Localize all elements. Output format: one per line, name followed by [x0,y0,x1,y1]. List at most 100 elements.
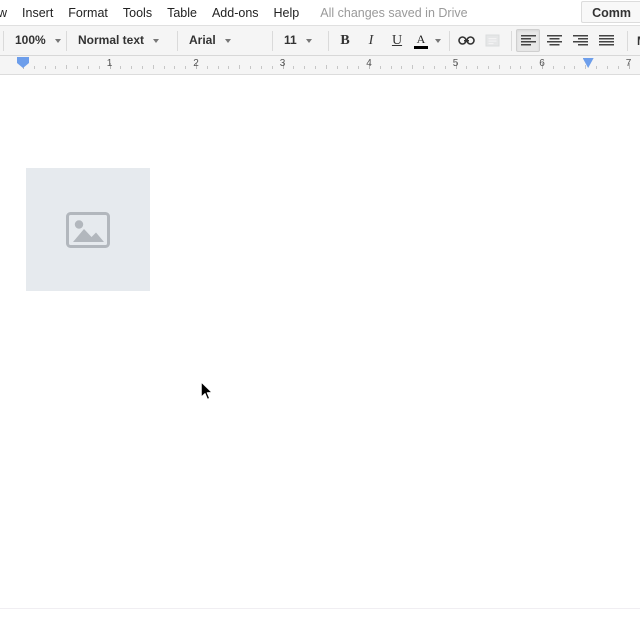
menu-item-tools[interactable]: Tools [116,2,159,24]
ruler-tick [304,66,306,69]
ruler-tick [260,66,262,69]
align-left-icon [520,35,536,46]
chevron-down-icon [305,38,312,43]
align-center-button[interactable] [542,29,566,52]
ruler-track: 1 2 3 4 5 6 7 [0,56,640,74]
broken-image-icon [66,211,110,248]
ruler-tick [152,65,154,69]
menu-item-view[interactable]: w [0,2,14,24]
add-comment-icon [485,34,499,46]
ruler-tick [487,66,489,69]
ruler-tick [606,66,608,69]
menu-bar: w Insert Format Tools Table Add-ons Help… [0,0,640,25]
ruler-tick [412,65,414,69]
menu-item-table[interactable]: Table [160,2,204,24]
toolbar: 100% Normal text Arial 11 B I U A [0,25,640,56]
ruler-tick [120,66,122,69]
bold-icon: B [340,32,350,48]
font-family-value: Arial [189,33,216,47]
ruler-number: 1 [106,58,113,69]
bold-button[interactable]: B [333,29,357,52]
italic-button[interactable]: I [359,29,383,52]
align-justify-icon [598,35,614,46]
ruler-tick [98,66,100,69]
ruler-tick [66,65,68,69]
ruler-number: 7 [625,58,632,69]
ruler-tick [185,66,187,69]
text-color-button[interactable]: A [410,29,432,52]
ruler-tick [293,66,295,69]
ruler-tick [131,66,133,69]
ruler-tick [250,66,252,69]
chevron-down-icon [224,38,231,43]
align-left-button[interactable] [516,29,540,52]
ruler-tick [379,66,381,69]
font-family-dropdown[interactable]: Arial [181,29,269,52]
ruler-tick [390,66,392,69]
ruler-tick [77,66,79,69]
toolbar-separator [627,30,628,51]
ruler-tick [239,65,241,69]
toolbar-separator [328,30,329,51]
ruler-tick [563,66,565,69]
ruler-tick [174,66,176,69]
add-comment-button[interactable] [480,29,504,52]
font-size-dropdown[interactable]: 11 [276,29,322,52]
ruler-tick [596,66,598,69]
paragraph-style-dropdown[interactable]: Normal text [70,29,174,52]
ruler-tick [466,66,468,69]
ruler-tick [87,66,89,69]
ruler-tick [509,66,511,69]
ruler-tick [271,66,273,69]
ruler-tick [358,66,360,69]
comments-button[interactable]: Comm [581,1,640,23]
ruler-tick [520,66,522,69]
align-right-icon [572,35,588,46]
ruler-tick [141,66,143,69]
ruler-tick [477,66,479,69]
ruler-tick [498,65,500,69]
ruler-number: 5 [452,58,459,69]
ruler-tick [217,66,219,69]
document-page[interactable] [0,76,640,609]
underline-button[interactable]: U [385,29,409,52]
document-canvas[interactable] [0,76,640,620]
ruler-tick [423,66,425,69]
ruler-tick [433,66,435,69]
zoom-dropdown[interactable]: 100% [7,29,63,52]
menu-item-add-ons[interactable]: Add-ons [205,2,266,24]
ruler-tick [55,66,57,69]
ruler-tick [325,65,327,69]
ruler-number: 3 [279,58,286,69]
ruler-tick [228,66,230,69]
zoom-value: 100% [15,33,46,47]
insert-link-button[interactable] [454,29,478,52]
menu-item-help[interactable]: Help [267,2,307,24]
chevron-down-icon [54,38,61,43]
chevron-down-icon [153,38,160,43]
text-color-swatch [414,45,428,49]
image-placeholder[interactable] [26,168,150,291]
ruler-number: 4 [366,58,372,69]
toolbar-separator [66,30,67,51]
ruler-tick [531,66,533,69]
menu-item-format[interactable]: Format [61,2,115,24]
ruler[interactable]: 1 2 3 4 5 6 7 [0,56,640,75]
align-right-button[interactable] [568,29,592,52]
ruler-tick [314,66,316,69]
ruler-tick [347,66,349,69]
underline-icon: U [391,32,403,48]
ruler-tick [617,66,619,69]
chevron-down-icon[interactable] [435,38,441,43]
text-color-letter: A [416,31,426,46]
align-justify-button[interactable] [594,29,618,52]
ruler-tick [336,66,338,69]
save-status-text: All changes saved in Drive [320,5,468,20]
ruler-tick [206,66,208,69]
toolbar-separator [511,30,512,51]
toolbar-separator [177,30,178,51]
ruler-tick [574,66,576,69]
link-icon [457,36,475,45]
menu-item-insert[interactable]: Insert [15,2,60,24]
ruler-tick [401,66,403,69]
